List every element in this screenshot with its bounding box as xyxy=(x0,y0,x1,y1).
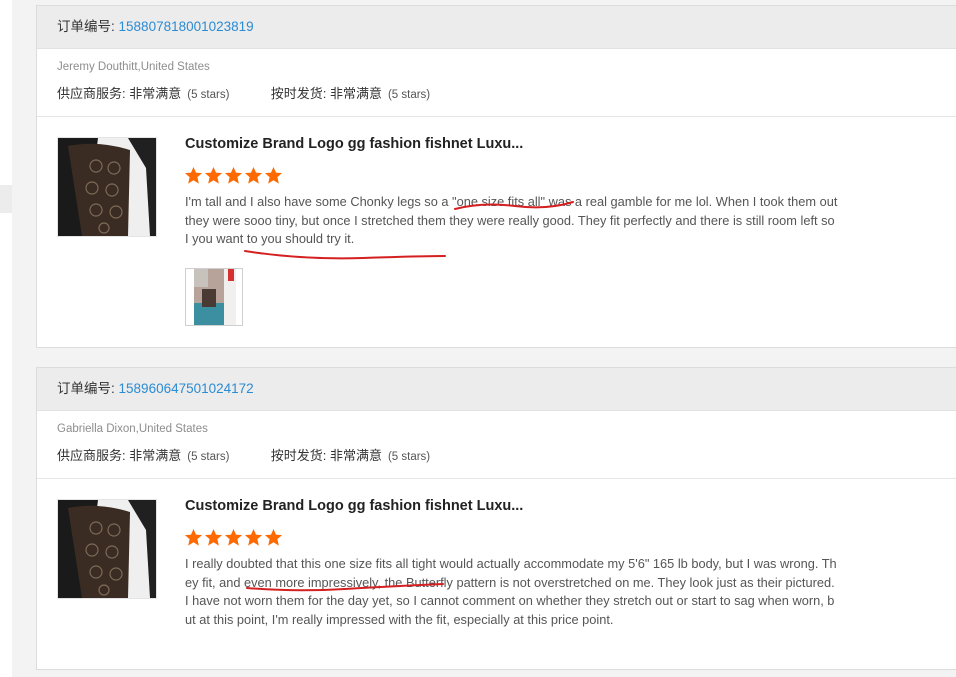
annotation-underline xyxy=(244,250,446,260)
shipping-value: 非常满意 xyxy=(329,86,382,101)
order-header: 订单编号: 158807818001023819 xyxy=(37,6,956,49)
star-icon xyxy=(224,528,243,546)
shipping-label: 按时发货: xyxy=(270,448,327,463)
supplier-service-stars: (5 stars) xyxy=(187,451,230,463)
shipping-stars: (5 stars) xyxy=(387,451,431,463)
product-title-link[interactable]: Customize Brand Logo gg fashion fishnet … xyxy=(185,136,523,152)
product-thumbnail[interactable] xyxy=(57,137,157,237)
star-icon xyxy=(204,166,223,184)
star-icon xyxy=(184,528,203,546)
buyer-info: Jeremy Douthitt,United States xyxy=(57,61,210,73)
section-divider xyxy=(37,478,956,479)
section-divider xyxy=(37,116,956,117)
buyer-info: Gabriella Dixon,United States xyxy=(57,423,208,435)
star-icon xyxy=(224,166,243,184)
review-photo-thumbnail[interactable] xyxy=(185,268,243,326)
order-number-label: 订单编号: xyxy=(57,381,115,396)
seller-ratings: 供应商服务: 非常满意 (5 stars) 按时发货: 非常满意 (5 stars) xyxy=(57,83,430,102)
order-header: 订单编号: 158960647501024172 xyxy=(37,368,956,411)
supplier-service-value: 非常满意 xyxy=(129,448,182,463)
star-icon xyxy=(264,528,283,546)
product-title-link[interactable]: Customize Brand Logo gg fashion fishnet … xyxy=(185,498,523,514)
left-panel-selection xyxy=(0,185,12,213)
star-icon xyxy=(244,528,263,546)
star-rating xyxy=(184,166,284,186)
star-icon xyxy=(264,166,283,184)
review-card: 订单编号: 158960647501024172 Gabriella Dixon… xyxy=(36,367,956,670)
star-icon xyxy=(204,528,223,546)
star-rating xyxy=(184,528,284,548)
annotation-underline xyxy=(246,583,444,592)
supplier-service-stars: (5 stars) xyxy=(187,89,230,101)
product-thumbnail[interactable] xyxy=(57,499,157,599)
review-card: 订单编号: 158807818001023819 Jeremy Douthitt… xyxy=(36,5,956,348)
star-icon xyxy=(244,166,263,184)
order-number-link[interactable]: 158807818001023819 xyxy=(119,19,254,34)
supplier-service-label: 供应商服务: xyxy=(57,448,126,463)
star-icon xyxy=(184,166,203,184)
shipping-stars: (5 stars) xyxy=(387,89,431,101)
shipping-label: 按时发货: xyxy=(270,86,327,101)
supplier-service-label: 供应商服务: xyxy=(57,86,126,101)
left-panel-edge xyxy=(0,0,12,677)
supplier-service-value: 非常满意 xyxy=(129,86,182,101)
shipping-value: 非常满意 xyxy=(329,448,382,463)
order-number-link[interactable]: 158960647501024172 xyxy=(119,381,254,396)
annotation-underline xyxy=(454,201,574,210)
seller-ratings: 供应商服务: 非常满意 (5 stars) 按时发货: 非常满意 (5 stars) xyxy=(57,445,430,464)
order-number-label: 订单编号: xyxy=(57,19,115,34)
